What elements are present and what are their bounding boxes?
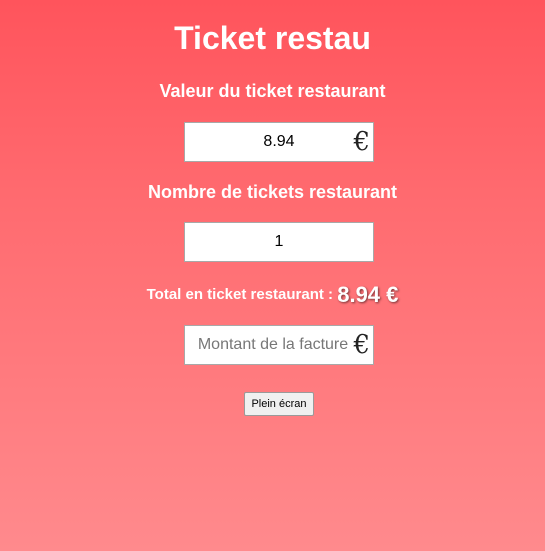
ticket-count-field[interactable]	[184, 222, 374, 262]
total-label: Total en ticket restaurant :	[146, 286, 338, 303]
invoice-amount-field[interactable]: €	[184, 325, 374, 365]
ticket-value-input[interactable]	[185, 123, 373, 161]
euro-icon: €	[353, 127, 370, 157]
invoice-amount-input[interactable]	[185, 326, 373, 364]
ticket-restau-app: Ticket restau Valeur du ticket restauran…	[0, 0, 545, 551]
total-value: 8.94 €	[337, 282, 399, 307]
ticket-count-input[interactable]	[185, 223, 373, 261]
total-summary: Total en ticket restaurant : 8.94 €	[0, 280, 545, 310]
fullscreen-button[interactable]: Plein écran	[244, 392, 314, 416]
ticket-count-label: Nombre de tickets restaurant	[147, 182, 398, 202]
ticket-value-label: Valeur du ticket restaurant	[159, 81, 386, 101]
euro-icon: €	[353, 330, 370, 360]
ticket-value-field[interactable]: €	[184, 122, 374, 162]
page-title: Ticket restau	[174, 20, 371, 56]
